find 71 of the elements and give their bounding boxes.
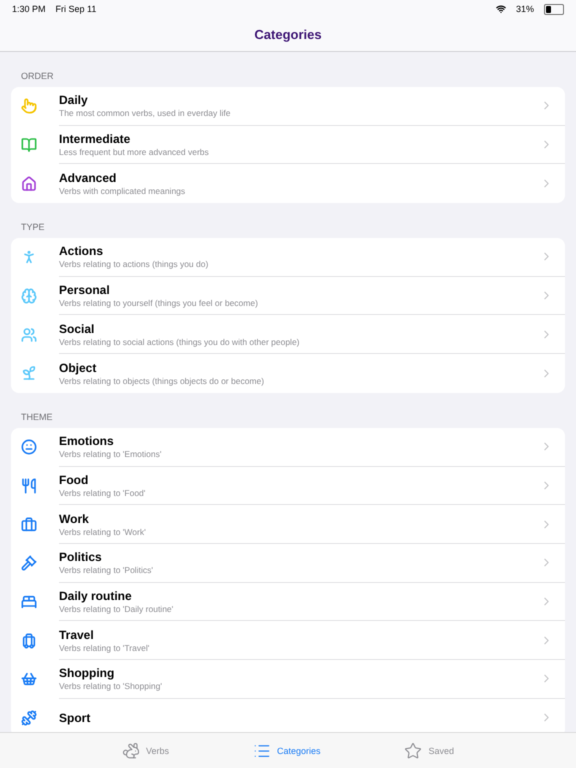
status-time: 1:30 PM: [12, 4, 46, 14]
status-date: Fri Sep 11: [56, 4, 96, 14]
house-icon: [21, 176, 37, 192]
briefcase-icon: [21, 516, 37, 533]
category-row[interactable]: Actions Verbs relating to actions (things you do): [11, 238, 565, 277]
category-row[interactable]: Food Verbs relating to 'Food': [11, 466, 565, 506]
category-row[interactable]: Travel Verbs relating to 'Travel': [11, 621, 565, 660]
row-subtitle: Verbs relating to 'Emotions': [59, 449, 162, 460]
dumbbell-icon: [21, 710, 37, 726]
category-row[interactable]: Intermediate Less frequent but more advanced verbs: [11, 126, 565, 164]
people-icon: [21, 326, 37, 343]
row-title: Actions: [59, 244, 104, 258]
battery-icon: [544, 4, 564, 14]
bed-icon: [21, 594, 37, 610]
row-title: Object: [59, 360, 98, 375]
tab-item[interactable]: Categories: [248, 740, 324, 762]
row-title: Work: [59, 512, 90, 526]
sprout-icon: [21, 365, 37, 382]
section-header: THEME: [20, 410, 54, 424]
row-subtitle: Verbs relating to 'Politics': [59, 565, 154, 576]
section-header: TYPE: [20, 221, 46, 234]
category-row[interactable]: Social Verbs relating to social actions (things you do with other people): [11, 315, 565, 354]
category-row[interactable]: Shopping Verbs relating to 'Shopping': [11, 660, 565, 699]
row-title: Sport: [59, 710, 92, 725]
category-row[interactable]: Sport: [11, 698, 565, 732]
section-header: ORDER: [20, 70, 55, 83]
category-row[interactable]: Daily The most common verbs, used in everday life: [11, 87, 565, 126]
gavel-icon: [21, 555, 37, 572]
category-row[interactable]: Daily routine Verbs relating to 'Daily routine': [11, 582, 565, 622]
row-subtitle: Verbs relating to actions (things you do): [59, 259, 210, 270]
row-title: Food: [59, 472, 90, 487]
row-title: Shopping: [59, 666, 116, 680]
category-row[interactable]: Advanced Verbs with complicated meanings: [11, 164, 565, 204]
row-title: Travel: [59, 628, 95, 642]
book-icon: [21, 137, 37, 154]
screen-title: Categories: [253, 27, 323, 42]
row-subtitle: Verbs relating to objects (things objects do or become): [59, 376, 266, 386]
pointer-icon: [21, 98, 37, 114]
row-subtitle: Verbs relating to 'Food': [59, 488, 146, 498]
row-subtitle: Verbs relating to 'Shopping': [59, 681, 163, 692]
row-subtitle: The most common verbs, used in everday life: [59, 108, 232, 118]
wifi-icon: [496, 4, 506, 14]
person-icon: [21, 249, 37, 266]
utensils-icon: [21, 478, 37, 494]
category-row[interactable]: Politics Verbs relating to 'Politics': [11, 544, 565, 583]
row-subtitle: Verbs relating to 'Daily routine': [59, 604, 174, 614]
row-subtitle: Verbs relating to yourself (things you feel or become): [59, 298, 259, 308]
row-title: Daily: [59, 93, 89, 108]
category-row[interactable]: Work Verbs relating to 'Work': [11, 505, 565, 544]
luggage-icon: [21, 632, 37, 649]
battery-level: 31%: [516, 4, 534, 14]
category-row[interactable]: Personal Verbs relating to yourself (things you feel or become): [11, 276, 565, 316]
row-subtitle: Verbs relating to social actions (things you do with other people): [59, 336, 300, 347]
row-title: Emotions: [59, 434, 115, 448]
basket-icon: [21, 671, 37, 688]
rabbit-icon: [122, 742, 140, 760]
category-row[interactable]: Object Verbs relating to objects (things objects do or become): [11, 354, 565, 393]
row-subtitle: Verbs relating to 'Work': [59, 526, 147, 537]
brain-icon: [21, 288, 37, 304]
row-subtitle: Verbs relating to 'Travel': [59, 642, 150, 653]
row-title: Politics: [59, 550, 103, 564]
row-subtitle: Less frequent but more advanced verbs: [59, 147, 210, 158]
star-icon: [404, 742, 422, 760]
row-title: Social: [59, 322, 96, 336]
face-icon: [21, 439, 37, 456]
row-title: Advanced: [59, 171, 118, 186]
row-title: Intermediate: [59, 132, 132, 146]
category-row[interactable]: Emotions Verbs relating to 'Emotions': [11, 428, 565, 466]
row-title: Daily routine: [59, 588, 133, 603]
row-subtitle: Verbs with complicated meanings: [59, 186, 186, 196]
row-title: Personal: [59, 283, 111, 298]
